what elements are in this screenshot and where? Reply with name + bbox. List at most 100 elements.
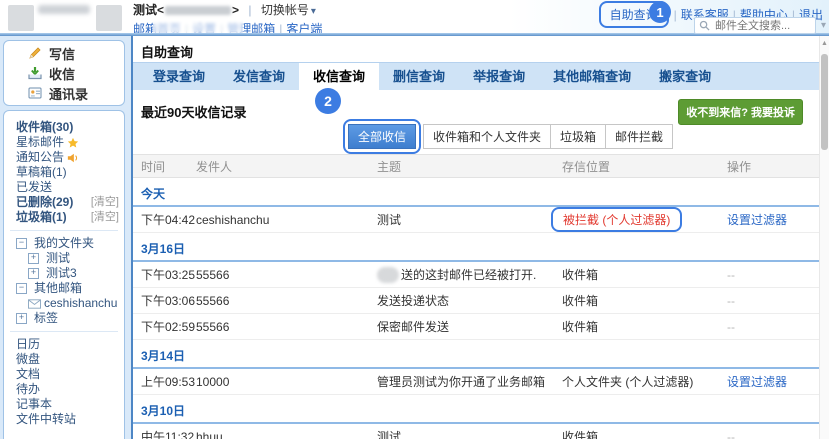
app-item-calendar[interactable]: 日历 [4, 337, 124, 352]
folder-inbox[interactable]: 收件箱(30) [4, 120, 124, 135]
cell-sender: hhuu [196, 430, 377, 439]
filter-junk[interactable]: 垃圾箱 [550, 124, 606, 149]
empty-folder-link[interactable]: [清空] [91, 210, 119, 225]
filter-all-mail[interactable]: 全部收信 [348, 124, 416, 149]
folder-label: 已删除(29) [16, 195, 73, 210]
location-text: 收件箱 [562, 294, 598, 308]
search-input[interactable] [713, 19, 811, 33]
cell-action: -- [727, 320, 819, 334]
expand-icon[interactable]: + [28, 268, 39, 279]
tree-item-folder-test[interactable]: +测试 [4, 251, 124, 266]
app-item-weipan[interactable]: 微盘 [4, 352, 124, 367]
scroll-up-arrow-icon[interactable]: ▲ [821, 40, 828, 47]
cell-action: 设置过滤器 [727, 211, 819, 228]
tree-item-folder-test3[interactable]: + 测试3 [4, 266, 124, 281]
folder-announcements[interactable]: 通知公告 [4, 150, 124, 165]
folder-junk[interactable]: 垃圾箱(1)[清空] [4, 210, 124, 225]
tree-item-wrap: +标签 [16, 311, 119, 326]
table-row: 下午04:42ceshishanchu测试被拦截 (个人过滤器)设置过滤器 [133, 207, 819, 233]
complaint-button[interactable]: 收不到来信? 我要投诉 [678, 99, 803, 125]
sidebar-item-compose-mail[interactable]: 写信 [4, 43, 124, 63]
scrollbar-thumb[interactable] [821, 54, 828, 150]
table-header-row: 时间发件人主题存信位置操作 [133, 154, 819, 178]
speaker-icon [67, 152, 79, 164]
collapse-icon[interactable]: − [16, 238, 27, 249]
chevron-down-icon: ▾ [311, 5, 316, 19]
app-item-todo[interactable]: 待办 [4, 382, 124, 397]
tab-migration-query[interactable]: 搬家查询 [645, 63, 725, 90]
folder-label: 通知公告 [16, 150, 64, 165]
filter-mail-blocked[interactable]: 邮件拦截 [605, 124, 673, 149]
main-content: 自助查询 登录查询发信查询收信查询删信查询举报查询其他邮箱查询搬家查询 2 最近… [133, 36, 819, 439]
cell-location: 被拦截 (个人过滤器) [562, 207, 727, 232]
location-text: 个人文件夹 (个人过滤器) [562, 375, 693, 389]
set-filter-link[interactable]: 设置过滤器 [727, 213, 787, 227]
folder-label: 收件箱(30) [16, 120, 73, 135]
app-body: 写信收信通讯录 收件箱(30)星标邮件通知公告草稿箱(1)已发送已删除(29) [… [0, 36, 829, 439]
folder-label: 已发送 [16, 180, 52, 195]
app-item-label: 日历 [16, 337, 40, 352]
filter-inbox-and-personal[interactable]: 收件箱和个人文件夹 [423, 124, 551, 149]
annotation-box-all-mail: 全部收信 [343, 119, 421, 154]
empty-folder-link[interactable]: [清空] [91, 195, 119, 210]
subject-text: 送的这封邮件已经被打开. [401, 268, 536, 282]
search-box[interactable] [694, 17, 816, 34]
sidebar-item-contacts[interactable]: 通讯录 [4, 83, 124, 103]
folder-starred[interactable]: 星标邮件 [4, 135, 124, 150]
logo-placeholder [8, 5, 34, 31]
folder-list: 收件箱(30)星标邮件通知公告草稿箱(1)已发送已删除(29) [清空]垃圾箱(1… [4, 120, 124, 225]
cell-location: 收件箱 [562, 428, 727, 439]
app-item-docs[interactable]: 文档 [4, 367, 124, 382]
column-header-2: 主题 [377, 158, 562, 175]
logo-placeholder-2 [96, 5, 122, 31]
tree-item-label: 测试3 [46, 266, 77, 281]
cell-subject: 测试 [377, 211, 562, 228]
tab-send-query[interactable]: 发信查询 [219, 63, 299, 90]
set-filter-link[interactable]: 设置过滤器 [727, 375, 787, 389]
cell-time: 下午04:42 [141, 211, 196, 228]
search-icon [699, 20, 710, 31]
expand-icon[interactable]: + [28, 253, 39, 264]
tree-item-labels[interactable]: +标签 [4, 311, 124, 326]
tree-item-ceshishanchu[interactable]: ceshishanchu [4, 296, 124, 311]
app-item-file-transfer[interactable]: 文件中转站 [4, 412, 124, 427]
switch-account-link[interactable]: 切换帐号▾ [261, 3, 316, 17]
tree-item-other-mailboxes[interactable]: −其他邮箱 [4, 281, 124, 296]
tree-item-wrap: −其他邮箱 [16, 281, 119, 296]
subject-text: 发送投递状态 [377, 294, 449, 308]
app-item-notes[interactable]: 记事本 [4, 397, 124, 412]
account-info: 测试<> | 切换帐号▾ 邮箱首页|设置|管理邮箱|客户端 [133, 3, 322, 36]
table-row: 下午03:0655566发送投递状态收件箱-- [133, 288, 819, 314]
cell-sender: 10000 [196, 375, 377, 389]
scrollbar[interactable]: ▲ [819, 36, 829, 439]
cell-action: -- [727, 294, 819, 308]
subject-text: 管理员测试为你开通了业务邮箱 [377, 375, 545, 389]
search-dropdown-icon[interactable]: ▾ [821, 20, 826, 31]
cell-action: 设置过滤器 [727, 373, 819, 390]
tab-login-query[interactable]: 登录查询 [139, 63, 219, 90]
tree-item-label: 我的文件夹 [34, 236, 94, 251]
sidebar-item-label: 通讯录 [49, 84, 88, 103]
sidebar-item-check-mail[interactable]: 收信 [4, 63, 124, 83]
folder-deleted[interactable]: 已删除(29) [清空] [4, 195, 124, 210]
tab-delete-query[interactable]: 删信查询 [379, 63, 459, 90]
date-group-header: 3月14日 [133, 340, 819, 369]
no-action-dash: -- [727, 294, 735, 308]
tab-report-query[interactable]: 举报查询 [459, 63, 539, 90]
sidebar-divider [10, 230, 118, 231]
tab-other-mailbox-query[interactable]: 其他邮箱查询 [539, 63, 645, 90]
separator: | [248, 3, 251, 17]
table-row: 下午03:2555566送的这封邮件已经被打开.收件箱-- [133, 262, 819, 288]
cell-action: -- [727, 430, 819, 439]
account-name-close: > [232, 3, 239, 17]
collapse-icon[interactable]: − [16, 283, 27, 294]
separator: | [674, 8, 677, 22]
cell-subject: 管理员测试为你开通了业务邮箱 [377, 373, 562, 390]
folder-sent[interactable]: 已发送 [4, 180, 124, 195]
tab-receive-query[interactable]: 收信查询 [299, 63, 379, 90]
expand-icon[interactable]: + [16, 313, 27, 324]
folder-drafts[interactable]: 草稿箱(1) [4, 165, 124, 180]
tree-item-my-folders[interactable]: −我的文件夹 [4, 236, 124, 251]
folders-panel: 收件箱(30)星标邮件通知公告草稿箱(1)已发送已删除(29) [清空]垃圾箱(1… [3, 110, 125, 439]
column-header-4: 操作 [727, 158, 819, 175]
